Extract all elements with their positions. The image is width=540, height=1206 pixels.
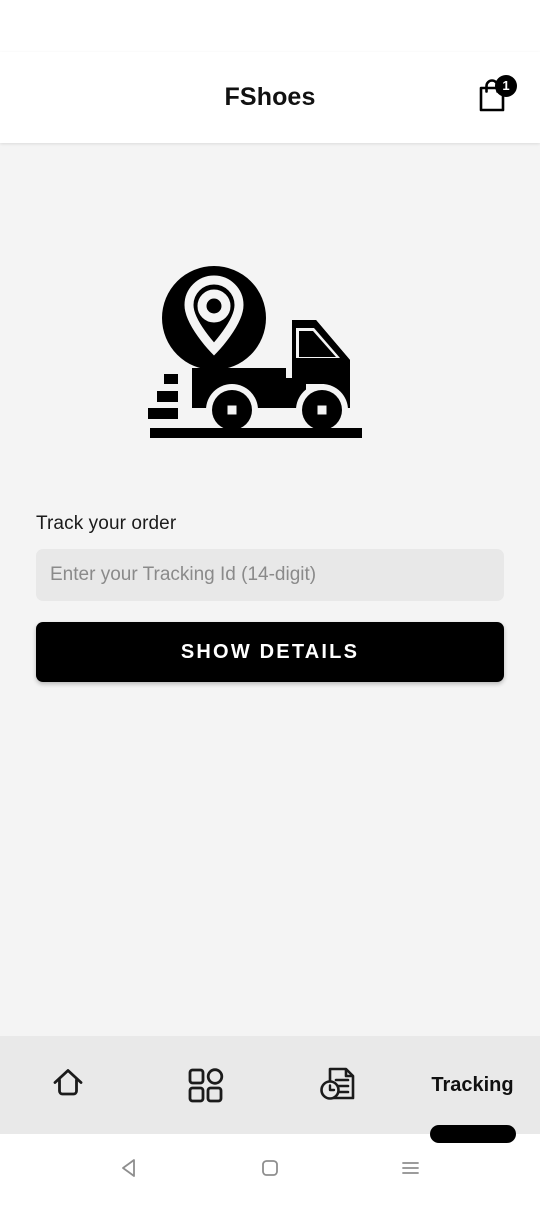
bottom-navigation: Tracking <box>0 1036 540 1143</box>
back-triangle-icon <box>115 1153 145 1188</box>
show-details-button[interactable]: SHOW DETAILS <box>36 622 504 682</box>
system-navigation-bar <box>0 1134 540 1206</box>
system-recents-button[interactable] <box>380 1140 440 1200</box>
grid-categories-icon <box>181 1061 225 1110</box>
nav-item-categories[interactable] <box>135 1036 270 1134</box>
nav-item-orders[interactable] <box>270 1036 405 1134</box>
home-square-icon <box>255 1153 285 1188</box>
status-bar <box>0 0 540 52</box>
nav-item-tracking[interactable]: Tracking <box>405 1036 540 1143</box>
home-icon <box>45 1060 91 1111</box>
nav-item-home[interactable] <box>0 1036 135 1134</box>
nav-item-label-tracking: Tracking <box>431 1073 514 1096</box>
active-tab-indicator <box>429 1125 516 1143</box>
app-header: FShoes 1 <box>0 52 540 143</box>
system-home-button[interactable] <box>240 1140 300 1200</box>
recents-menu-icon <box>395 1153 425 1188</box>
app-screen: FShoes 1 Track your order Enter your Tra… <box>0 0 540 1206</box>
track-order-label: Track your order <box>36 513 177 534</box>
page-title: FShoes <box>224 83 316 111</box>
system-back-button[interactable] <box>100 1140 160 1200</box>
tracking-id-input[interactable] <box>36 549 504 601</box>
hero-illustration <box>36 255 504 465</box>
main-content: Track your order SHOW DETAILS <box>0 143 540 1036</box>
order-history-document-clock-icon <box>315 1060 361 1111</box>
delivery-truck-location-icon <box>144 258 396 463</box>
cart-badge: 1 <box>495 74 517 97</box>
cart-button[interactable]: 1 <box>466 72 518 124</box>
